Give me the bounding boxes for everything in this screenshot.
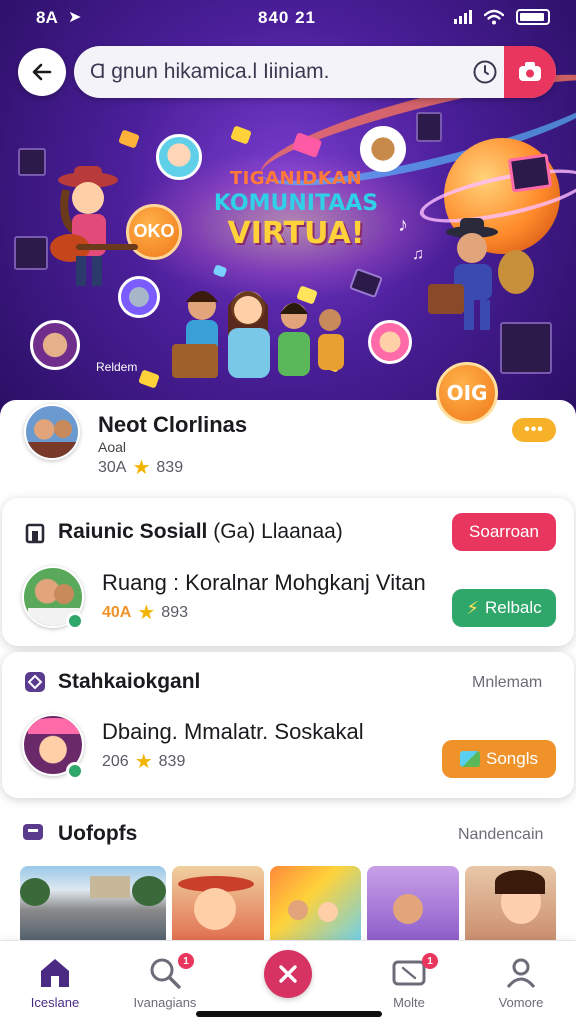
deco-tv xyxy=(507,153,553,193)
wifi-icon xyxy=(484,9,504,25)
hero-caption: Reldem xyxy=(96,360,138,374)
status-icons xyxy=(454,9,550,25)
stats-section-title: Stahkaiokganl xyxy=(58,670,201,693)
updates-icon xyxy=(23,824,43,840)
location-arrow-icon: ➤ xyxy=(68,9,82,26)
stat-value: 40A xyxy=(102,604,132,621)
profile-card xyxy=(0,400,576,504)
join-room-button[interactable]: ⚡ Relbalc xyxy=(452,589,556,627)
updates-see-all-link[interactable]: Nandencain xyxy=(458,826,543,844)
member-activity[interactable]: Dbaing. Mmalatr. Soskakal xyxy=(102,719,364,745)
center-action-button[interactable] xyxy=(264,950,312,998)
group-figures xyxy=(172,291,344,378)
nav-label: Ivanagians xyxy=(133,995,197,1010)
stat-value: 839 xyxy=(156,459,184,476)
more-options-button[interactable]: ••• xyxy=(512,418,556,442)
back-button[interactable] xyxy=(18,48,66,96)
deco-square xyxy=(230,125,252,145)
camera-search-button[interactable] xyxy=(504,46,556,98)
nav-label: Vomore xyxy=(498,995,544,1010)
room-name[interactable]: Ruang : Koralnar Mohgkanj Vitan xyxy=(102,570,426,596)
music-note-icon: ♫ xyxy=(412,246,424,263)
gallery-icon xyxy=(460,751,480,767)
door-icon xyxy=(25,523,45,544)
songs-button[interactable]: Songls xyxy=(442,740,556,778)
home-indicator xyxy=(196,1011,382,1017)
profile-subtitle: Aoal xyxy=(98,439,127,455)
profile-stats: 30A ★ 839 xyxy=(98,458,183,478)
profile-icon xyxy=(506,958,536,988)
status-center-time: 840 21 xyxy=(258,8,316,27)
stat-value: 206 xyxy=(102,753,129,770)
drummer-figure xyxy=(428,218,534,330)
online-status-dot xyxy=(66,762,84,780)
star-icon: ★ xyxy=(132,457,151,479)
updates-thumbnails xyxy=(20,866,556,946)
hero-title-line2: KOMUNITAAS xyxy=(213,191,379,216)
update-thumbnail[interactable] xyxy=(367,866,459,946)
search-room-button[interactable]: Soarroan xyxy=(452,513,556,551)
bubble-avatar-boy xyxy=(368,320,412,364)
hero-title-line3: VIRTUA! xyxy=(227,216,365,251)
status-time: 8A xyxy=(36,8,58,27)
bubble-avatar-left xyxy=(30,320,80,370)
update-thumbnail[interactable] xyxy=(172,866,264,946)
nav-item-home[interactable]: Iceslane xyxy=(0,941,110,1024)
tag-icon xyxy=(25,672,45,692)
hero-title: TIGANIDKAN KOMUNITAAS VIRTUA! xyxy=(196,168,396,251)
music-note-icon: ♪ xyxy=(398,214,408,236)
update-thumbnail[interactable] xyxy=(269,866,362,946)
stat-value: 30A xyxy=(98,459,127,476)
member-stats: 206 ★ 839 xyxy=(102,752,185,772)
search-bar[interactable] xyxy=(74,46,556,98)
search-input[interactable] xyxy=(90,58,470,86)
bubble-avatar-dog xyxy=(360,126,406,172)
songs-label: Songls xyxy=(486,749,538,768)
see-more-link[interactable]: Mnlemam xyxy=(472,674,542,692)
coin-badge[interactable]: OIG xyxy=(436,362,498,424)
nav-label: Iceslane xyxy=(30,995,80,1010)
bolt-icon: ⚡ xyxy=(466,597,479,618)
camera-icon xyxy=(519,62,541,81)
update-thumbnail[interactable] xyxy=(20,866,167,946)
room-stats: 40A ★ 893 xyxy=(102,603,188,623)
guitarist-figure xyxy=(50,166,138,286)
notification-badge: 1 xyxy=(178,953,194,969)
stat-value: 839 xyxy=(158,753,186,770)
star-icon: ★ xyxy=(134,751,153,773)
join-label: Relbalc xyxy=(484,598,542,617)
close-icon xyxy=(279,965,297,983)
history-clock-icon[interactable] xyxy=(472,59,498,85)
deco-square xyxy=(138,369,160,389)
profile-avatar[interactable] xyxy=(24,404,80,460)
signal-icon xyxy=(454,10,472,24)
social-section-title: Raiunic Sosiall (Ga) Llaanaa) xyxy=(58,520,343,543)
deco-square xyxy=(118,129,140,149)
stat-value: 893 xyxy=(161,604,188,621)
deco-speaker xyxy=(416,112,442,142)
back-arrow-icon xyxy=(32,63,52,81)
status-bar: 8A ➤ 840 21 xyxy=(0,0,576,34)
notification-badge: 1 xyxy=(422,953,438,969)
nav-label: Molte xyxy=(393,995,425,1010)
nav-item-profile[interactable]: Vomore xyxy=(466,941,576,1024)
online-status-dot xyxy=(66,612,84,630)
profile-name: Neot Clorlinas xyxy=(98,412,248,437)
home-icon xyxy=(41,959,69,987)
battery-icon xyxy=(516,9,550,25)
hero-title-line1: TIGANIDKAN xyxy=(229,168,363,189)
star-icon: ★ xyxy=(137,602,156,624)
update-thumbnail[interactable] xyxy=(464,866,556,946)
updates-title: Uofopfs xyxy=(58,822,138,845)
